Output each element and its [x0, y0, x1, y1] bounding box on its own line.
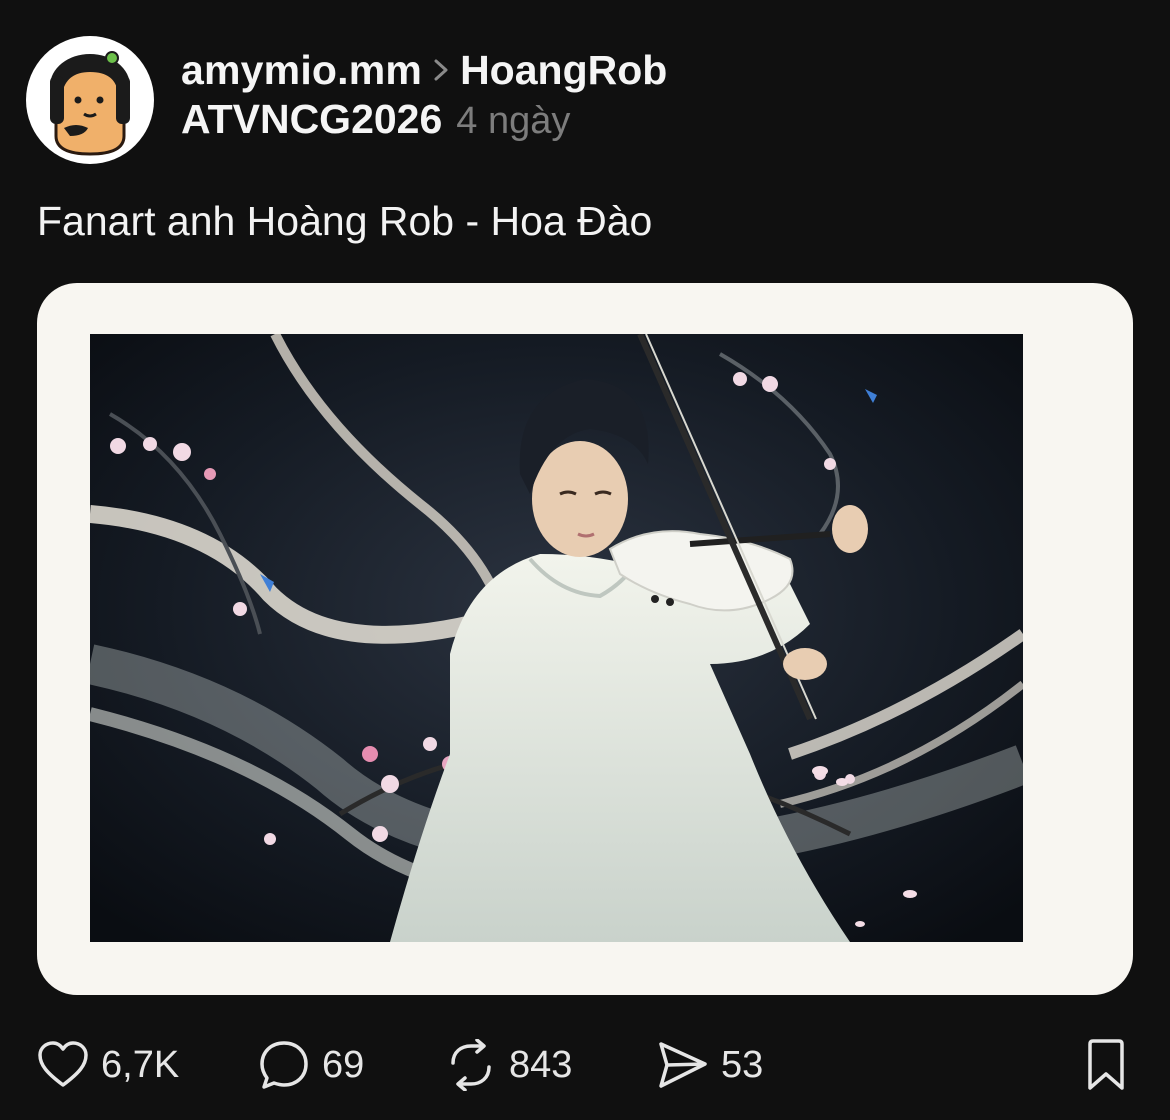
- heart-icon: [38, 1041, 88, 1087]
- repost-count: 843: [509, 1043, 573, 1086]
- topic-line: ATVNCG2026 4 ngày: [181, 96, 667, 152]
- chevron-right-icon: [426, 44, 456, 96]
- topic-tag[interactable]: ATVNCG2026: [181, 96, 442, 143]
- author-name[interactable]: amymio.mm: [181, 47, 422, 94]
- bookmark-icon: [1088, 1039, 1124, 1090]
- fanart-illustration: [90, 334, 1023, 942]
- post-caption: Fanart anh Hoàng Rob - Hoa Đào: [37, 198, 653, 244]
- repost-button[interactable]: 843: [445, 1036, 572, 1094]
- comment-count: 69: [322, 1043, 365, 1086]
- comment-button[interactable]: 69: [258, 1036, 364, 1094]
- post-timestamp: 4 ngày: [456, 100, 571, 142]
- like-button[interactable]: 6,7K: [37, 1036, 179, 1094]
- send-icon: [659, 1042, 707, 1088]
- avatar-illustration: [50, 51, 130, 156]
- post-meta: amymio.mm HoangRob ATVNCG2026 4 ngày: [181, 44, 667, 152]
- action-bar: 6,7K 69 843 53: [0, 1030, 1170, 1100]
- reply-to-name[interactable]: HoangRob: [460, 47, 667, 94]
- like-count: 6,7K: [101, 1043, 180, 1086]
- avatar[interactable]: [26, 36, 154, 164]
- post-image[interactable]: [37, 283, 1133, 995]
- author-line: amymio.mm HoangRob: [181, 44, 667, 96]
- share-count: 53: [721, 1043, 764, 1086]
- thread-post: amymio.mm HoangRob ATVNCG2026 4 ngày Fan…: [0, 0, 1170, 1120]
- repost-arrows-icon: [451, 1039, 491, 1091]
- bookmark-button[interactable]: [1084, 1038, 1128, 1097]
- comment-bubble-icon: [260, 1041, 308, 1089]
- share-button[interactable]: 53: [657, 1036, 763, 1094]
